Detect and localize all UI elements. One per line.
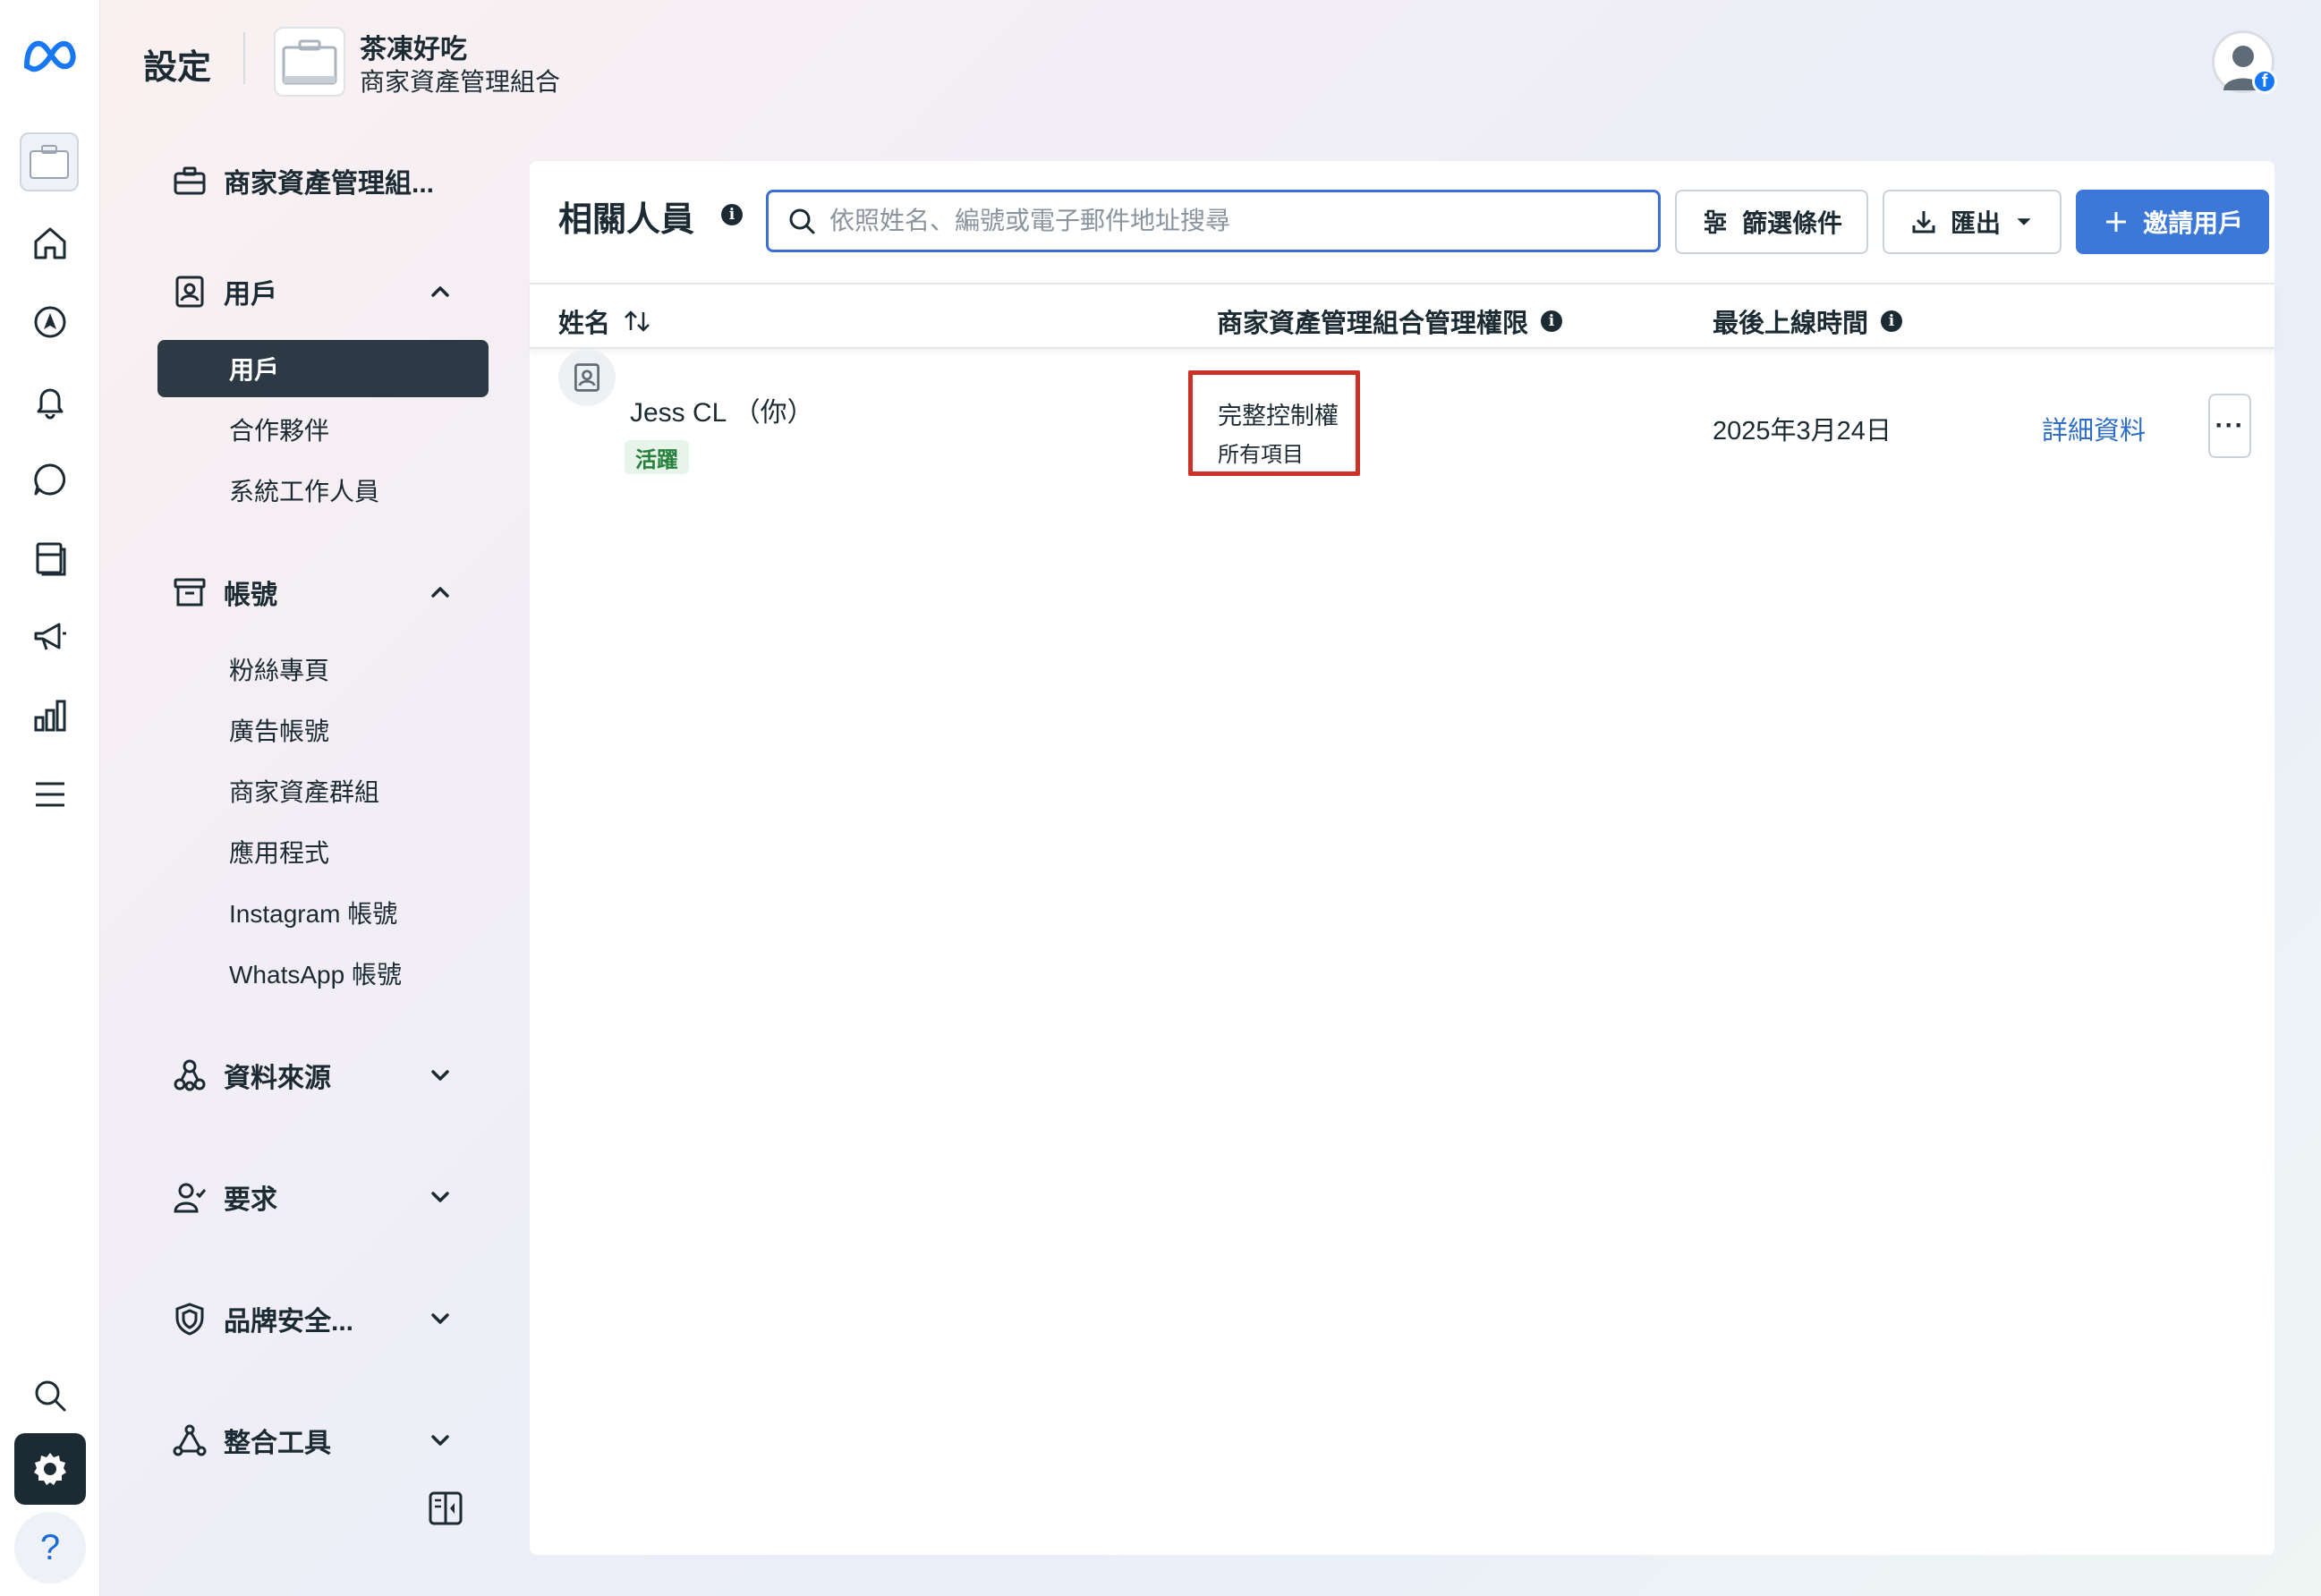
user-badge-icon: [170, 272, 209, 311]
nav-item-business-asset-groups[interactable]: 商家資產群組: [157, 762, 489, 819]
chevron-down-icon: [431, 1313, 449, 1324]
business-portfolio-icon[interactable]: [20, 132, 79, 191]
briefcase-icon: [170, 161, 209, 200]
help-icon[interactable]: ?: [14, 1512, 86, 1583]
nav-section-integrations[interactable]: 整合工具: [157, 1412, 489, 1469]
nav-item-partners[interactable]: 合作夥伴: [157, 401, 489, 458]
notifications-bell-icon[interactable]: [14, 365, 86, 437]
status-badge: 活躍: [625, 440, 689, 474]
search-icon: [789, 208, 815, 234]
nav-item-pages[interactable]: 粉絲專頁: [157, 641, 489, 698]
info-icon[interactable]: i: [1881, 310, 1903, 332]
home-icon[interactable]: [14, 208, 86, 279]
permission-level: 完整控制權: [1218, 403, 1339, 429]
nav-section-data-sources[interactable]: 資料來源: [157, 1047, 489, 1104]
last-online-date: 2025年3月24日: [1713, 417, 1892, 446]
details-link[interactable]: 詳細資料: [2042, 410, 2146, 447]
export-button[interactable]: 匯出: [1883, 190, 2062, 254]
table-header: 姓名 商家資產管理組合管理權限 i 最後上線時間 i: [530, 283, 2274, 349]
download-icon: [1912, 211, 1935, 233]
business-type: 商家資產管理組合: [360, 68, 561, 96]
panel-title: 相關人員: [558, 201, 695, 239]
meta-logo-icon[interactable]: [18, 27, 82, 84]
nav-section-accounts[interactable]: 帳號: [157, 564, 489, 621]
header-divider: [243, 32, 245, 84]
permission-scope: 所有項目: [1218, 443, 1304, 467]
info-icon[interactable]: i: [721, 204, 743, 225]
archive-box-icon: [170, 573, 209, 612]
plus-icon: [2105, 212, 2126, 232]
insights-chart-icon[interactable]: [14, 680, 86, 751]
nav-item-apps[interactable]: 應用程式: [157, 823, 489, 880]
nav-item-system-users[interactable]: 系統工作人員: [157, 462, 489, 519]
nav-section-requests[interactable]: 要求: [157, 1168, 489, 1226]
chevron-down-icon: [431, 1070, 449, 1081]
business-name: 茶凍好吃: [360, 35, 467, 64]
profile-avatar[interactable]: f: [2212, 30, 2277, 94]
search-box[interactable]: [766, 190, 1661, 252]
icon-rail: ?: [0, 0, 100, 1596]
user-badge-icon: [574, 363, 599, 392]
person-check-icon: [170, 1177, 209, 1217]
chevron-up-icon: [431, 286, 449, 297]
settings-gear-icon[interactable]: [14, 1433, 86, 1505]
search-icon[interactable]: [14, 1360, 86, 1431]
nav-item-ad-accounts[interactable]: 廣告帳號: [157, 701, 489, 759]
chevron-up-icon: [431, 587, 449, 598]
facebook-badge-icon: f: [2252, 69, 2277, 94]
nav-item-instagram-accounts[interactable]: Instagram 帳號: [157, 884, 489, 941]
sliders-icon: [1704, 209, 1726, 234]
filter-button[interactable]: 篩選條件: [1675, 190, 1868, 254]
user-avatar: [558, 349, 616, 406]
business-thumbnail[interactable]: [274, 27, 345, 97]
permission-highlight: 完整控制權 所有項目: [1188, 370, 1360, 476]
sort-icon[interactable]: [623, 309, 651, 334]
content-pages-icon[interactable]: [14, 522, 86, 594]
nav-section-users[interactable]: 用戶: [157, 263, 489, 320]
data-sources-icon: [170, 1056, 209, 1095]
column-permission-header: 商家資產管理組合管理權限 i: [1217, 302, 1563, 340]
people-panel: 相關人員 i 篩選條件 匯出 邀請用戶 姓名 商家資產管理組合管理權限 i 最後…: [530, 161, 2274, 1555]
nav-business-portfolio[interactable]: 商家資產管理組...: [157, 152, 489, 209]
menu-icon[interactable]: [14, 759, 86, 830]
integrations-icon: [170, 1421, 209, 1460]
nav-item-users[interactable]: 用戶: [157, 340, 489, 397]
caret-down-icon: [2017, 218, 2031, 225]
search-input[interactable]: [829, 207, 1635, 235]
more-icon: ···: [2215, 411, 2245, 440]
ads-megaphone-icon[interactable]: [14, 601, 86, 673]
column-name-header[interactable]: 姓名: [558, 302, 651, 340]
invite-user-button[interactable]: 邀請用戶: [2076, 190, 2269, 254]
user-name: Jess CL （你）: [630, 398, 814, 428]
collapse-sidebar-icon[interactable]: [426, 1489, 465, 1528]
info-icon[interactable]: i: [1541, 310, 1563, 332]
more-options-button[interactable]: ···: [2208, 394, 2251, 458]
messages-icon[interactable]: [14, 444, 86, 515]
shield-icon: [170, 1299, 209, 1338]
column-last-online-header: 最後上線時間 i: [1713, 302, 1903, 340]
chevron-down-icon: [431, 1435, 449, 1446]
chevron-down-icon: [431, 1192, 449, 1202]
nav-item-whatsapp-accounts[interactable]: WhatsApp 帳號: [157, 945, 489, 1002]
nav-section-brand-safety[interactable]: 品牌安全...: [157, 1290, 489, 1347]
page-title: 設定: [143, 49, 212, 87]
navigate-icon[interactable]: [14, 286, 86, 358]
